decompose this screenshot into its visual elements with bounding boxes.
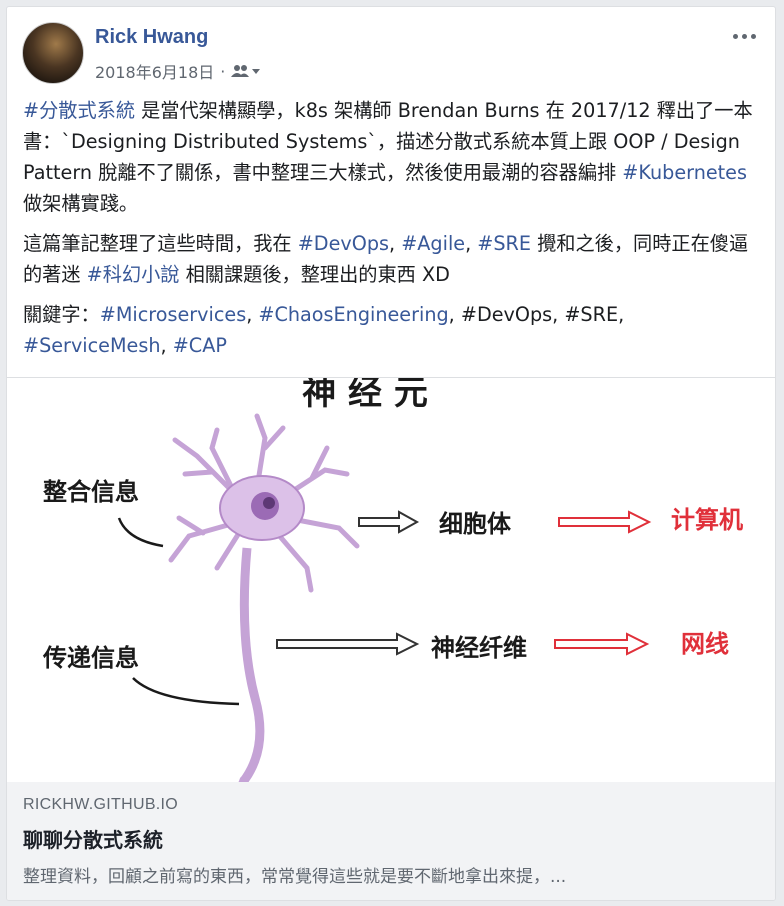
post-paragraph: 關鍵字：#Microservices, #ChaosEngineering, #… — [23, 299, 763, 361]
label-network-cable: 网线 — [681, 630, 729, 658]
post-text: #分散式系統 是當代架構顯學，k8s 架構師 Brendan Burns 在 2… — [23, 95, 763, 370]
hashtag-link[interactable]: #Agile — [401, 232, 465, 255]
preview-image[interactable]: 神 经 元 整合信息 传递信息 细胞体 计算机 神经纤维 网线 — [7, 377, 775, 783]
post-text-segment: , #DevOps, #SRE, — [448, 303, 625, 326]
post-text-segment: 這篇筆記整理了這些時間，我在 — [23, 232, 298, 255]
label-cell-body: 细胞体 — [439, 510, 512, 538]
label-integrate-info: 整合信息 — [43, 478, 139, 506]
neuron-illustration — [168, 413, 360, 782]
post-paragraph: 這篇筆記整理了這些時間，我在 #DevOps, #Agile, #SRE 攪和之… — [23, 228, 763, 290]
hashtag-link[interactable]: #CAP — [173, 334, 227, 357]
friends-icon[interactable] — [231, 64, 261, 78]
label-nerve-fiber: 神经纤维 — [431, 634, 527, 662]
hashtag-link[interactable]: #分散式系統 — [23, 99, 135, 122]
post-text-segment: , — [246, 303, 259, 326]
hashtag-link[interactable]: #ServiceMesh — [23, 334, 161, 357]
post-text-segment: 做架構實踐。 — [23, 192, 139, 215]
author-name[interactable]: Rick Hwang — [95, 26, 208, 49]
meta-separator: · — [220, 61, 226, 81]
post-text-segment: , — [389, 232, 402, 255]
image-title: 神 经 元 — [302, 378, 428, 413]
label-computer: 计算机 — [671, 506, 743, 534]
link-title[interactable]: 聊聊分散式系統 — [23, 824, 163, 853]
more-options-icon[interactable] — [727, 25, 761, 47]
hashtag-link[interactable]: #SRE — [477, 232, 531, 255]
post-text-segment: , — [160, 334, 173, 357]
hashtag-link[interactable]: #DevOps — [298, 232, 389, 255]
link-preview[interactable]: RICKHW.GITHUB.IO 聊聊分散式系統 整理資料，回顧之前寫的東西，常… — [7, 782, 775, 900]
post-meta: 2018年6月18日 · — [95, 59, 261, 83]
avatar[interactable] — [22, 22, 84, 84]
hashtag-link[interactable]: #Kubernetes — [622, 161, 747, 184]
hashtag-link[interactable]: #Microservices — [100, 303, 246, 326]
label-transmit-info: 传递信息 — [42, 644, 139, 672]
hashtag-link[interactable]: #ChaosEngineering — [258, 303, 448, 326]
hashtag-link[interactable]: #科幻小說 — [87, 263, 180, 286]
link-description: 整理資料，回顧之前寫的東西，常常覺得這些就是要不斷地拿出來提，... — [23, 867, 567, 887]
link-domain: RICKHW.GITHUB.IO — [23, 796, 179, 813]
post-text-segment: 關鍵字： — [23, 303, 100, 326]
post-date[interactable]: 2018年6月18日 — [95, 59, 214, 83]
post-paragraph: #分散式系統 是當代架構顯學，k8s 架構師 Brendan Burns 在 2… — [23, 95, 763, 219]
post-card: Rick Hwang 2018年6月18日 · #分散式系統 是當代架構顯學，k… — [6, 6, 776, 901]
post-text-segment: , — [465, 232, 478, 255]
post-text-segment: 相關課題後，整理出的東西 XD — [179, 263, 450, 286]
